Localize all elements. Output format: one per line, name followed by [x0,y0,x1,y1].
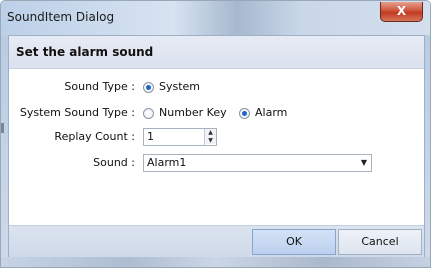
cancel-button[interactable]: Cancel [338,229,422,255]
sound-selected-value: Alarm1 [147,156,187,169]
close-button[interactable]: X [380,2,423,22]
dialog-window: SoundItem Dialog X Set the alarm sound S… [0,0,431,268]
replay-count-stepper[interactable]: 1 ▲ ▼ [143,128,217,146]
sound-type-system-label[interactable]: System [159,80,200,93]
title-bar[interactable]: SoundItem Dialog X [1,1,430,35]
system-sound-type-label: System Sound Type : [19,106,135,119]
window-resize-grip [1,123,4,133]
dialog-header: Set the alarm sound [9,36,424,69]
sound-label: Sound : [93,156,135,169]
window-title: SoundItem Dialog [7,10,115,24]
sound-type-label: Sound Type : [64,80,135,93]
number-key-radio[interactable] [143,108,154,119]
dialog-footer: OK Cancel [9,225,424,258]
alarm-label[interactable]: Alarm [255,106,287,119]
ok-button[interactable]: OK [252,229,336,255]
replay-count-label: Replay Count : [54,130,135,143]
window-bottom-border [1,257,430,267]
sound-type-system-radio[interactable] [143,82,154,93]
sound-select[interactable]: Alarm1 ▼ [143,154,372,172]
alarm-radio[interactable] [239,108,250,119]
stepper-buttons: ▲ ▼ [204,129,216,145]
dialog-client-area: Set the alarm sound Sound Type : System … [8,35,425,259]
close-icon: X [396,4,407,18]
number-key-label[interactable]: Number Key [159,106,227,119]
chevron-down-icon[interactable]: ▼ [357,155,371,171]
stepper-down-icon[interactable]: ▼ [205,137,216,144]
dialog-header-title: Set the alarm sound [16,45,154,59]
replay-count-value[interactable]: 1 [147,130,154,143]
